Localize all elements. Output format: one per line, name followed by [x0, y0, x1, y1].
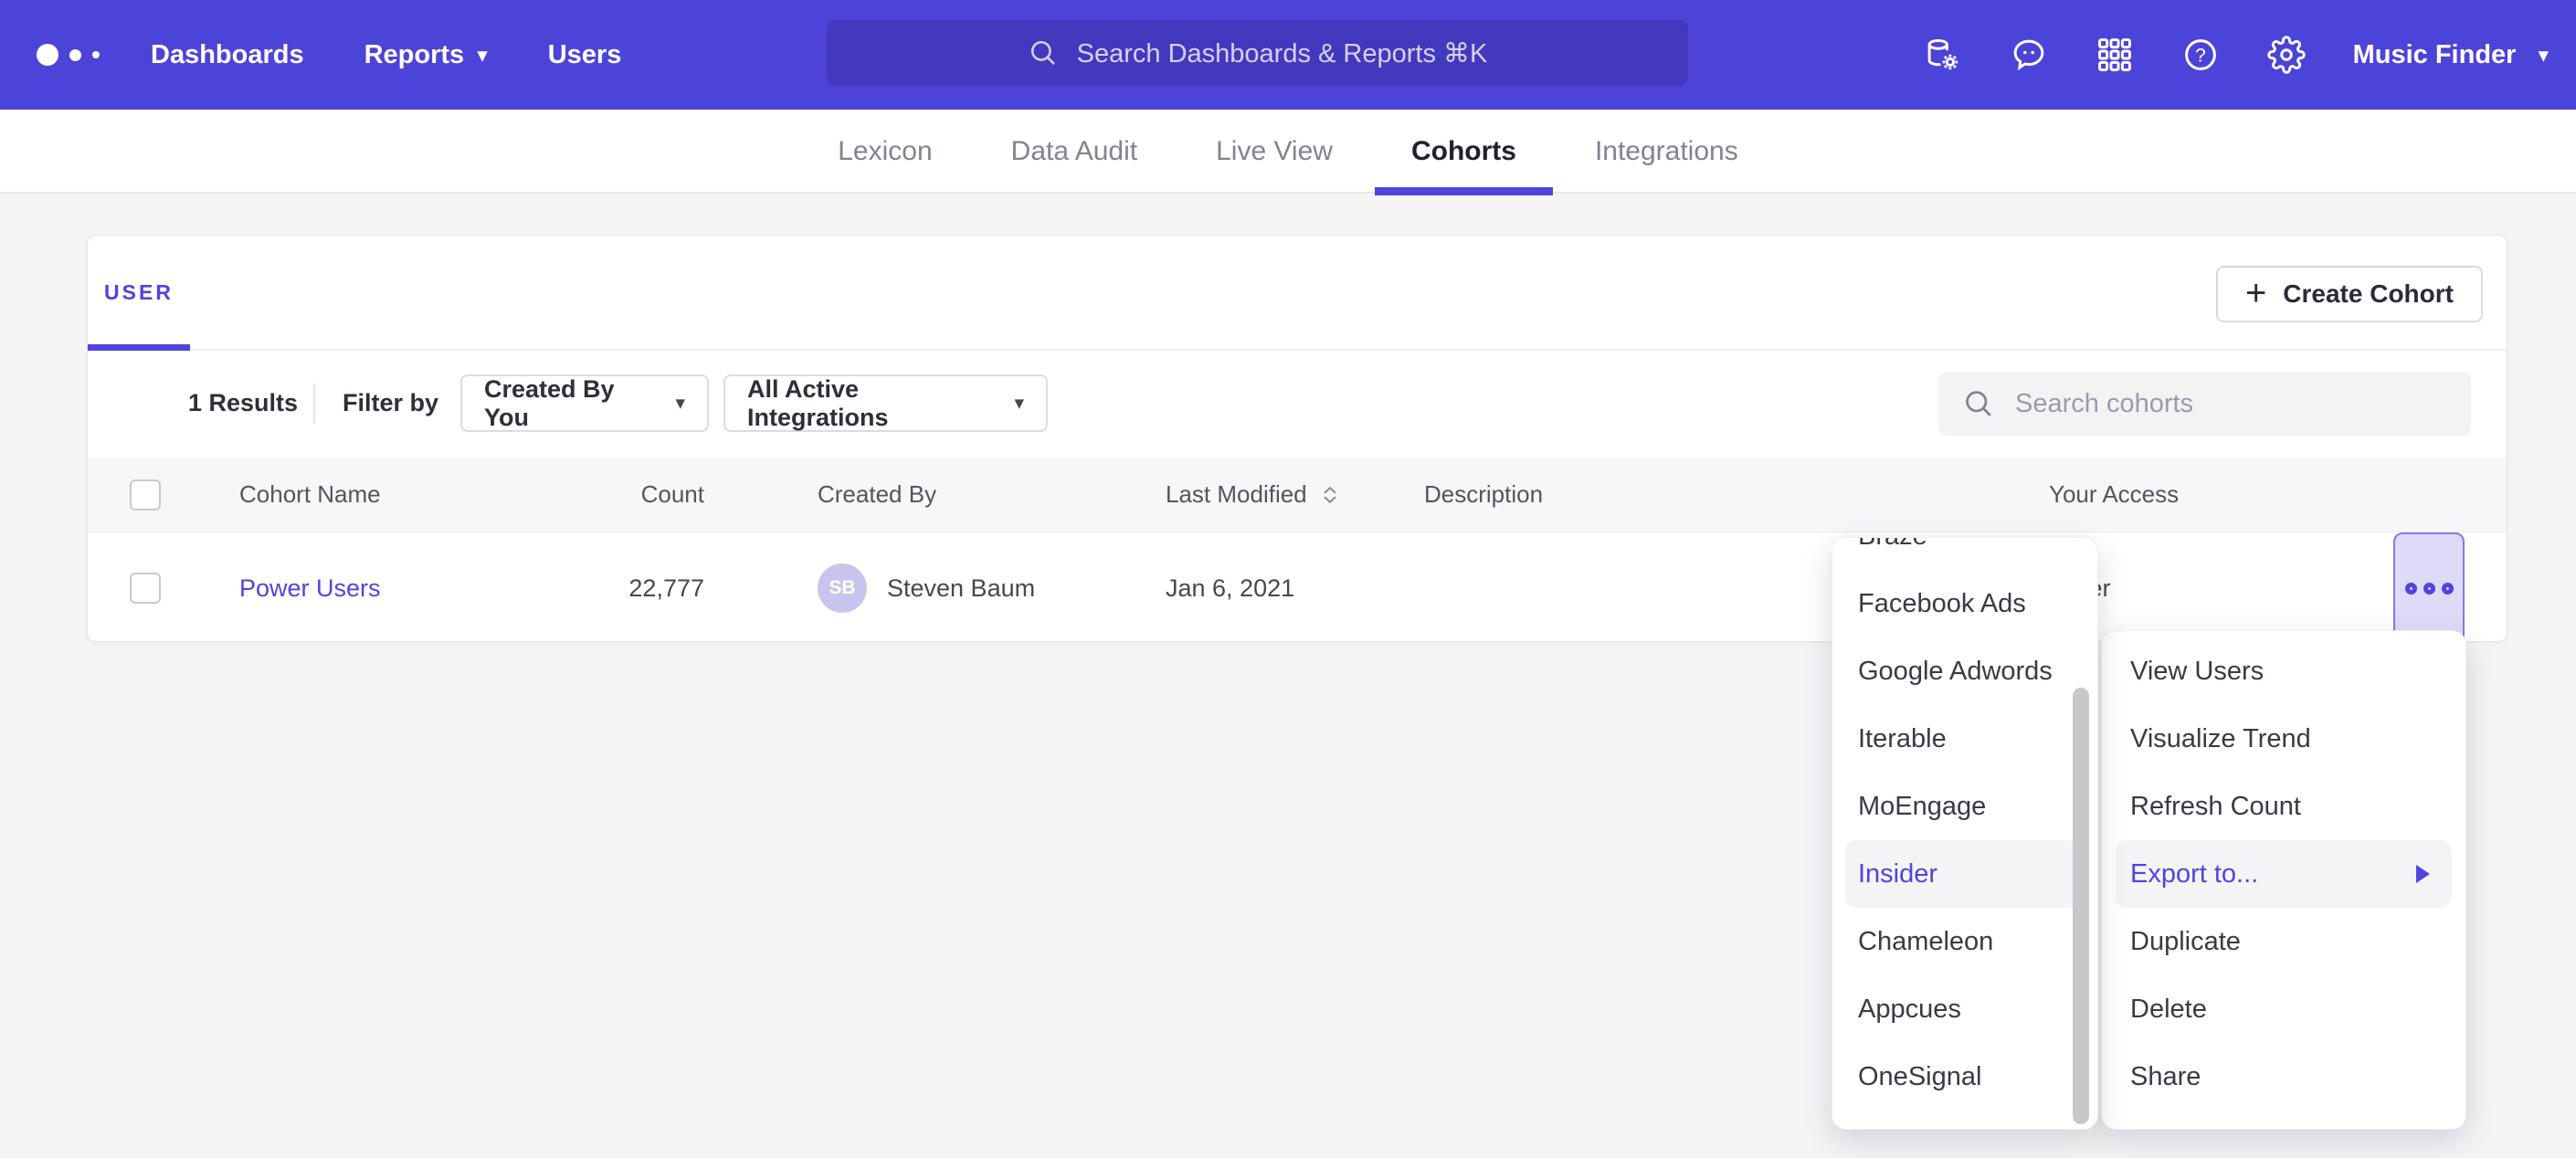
tab-user-cohorts[interactable]: USER — [88, 236, 190, 349]
submenu-item-moengage[interactable]: MoEngage — [1832, 773, 2097, 840]
menu-item-visualize-trend[interactable]: Visualize Trend — [2102, 705, 2465, 773]
chevron-down-icon: ▾ — [675, 394, 685, 413]
cohort-search-input[interactable] — [2013, 388, 2447, 420]
row-checkbox[interactable] — [130, 573, 161, 604]
settings-icon[interactable] — [2267, 36, 2306, 74]
created-by-name: Steven Baum — [887, 574, 1035, 603]
search-icon — [1962, 387, 1995, 420]
submenu-item-onesignal[interactable]: OneSignal — [1832, 1043, 2097, 1111]
top-navigation-bar: Dashboards Reports▾ Users Search Dashboa… — [0, 0, 2576, 110]
column-header-description[interactable]: Description — [1424, 458, 1543, 532]
cohort-search — [1938, 372, 2471, 436]
column-header-your-access[interactable]: Your Access — [2049, 458, 2179, 532]
ellipsis-icon — [2405, 583, 2417, 595]
tab-integrations[interactable]: Integrations — [1558, 110, 1775, 194]
feedback-icon[interactable] — [2010, 36, 2048, 74]
menu-item-duplicate[interactable]: Duplicate — [2102, 908, 2465, 975]
chevron-down-icon: ▾ — [2538, 45, 2549, 66]
filter-bar: 1 Results Filter by Created By You ▾ All… — [88, 349, 2507, 458]
cohort-name-link[interactable]: Power Users — [239, 574, 381, 603]
tab-data-audit[interactable]: Data Audit — [975, 110, 1174, 194]
svg-text:?: ? — [2195, 45, 2206, 66]
cohort-actions-context-menu: View Users Visualize Trend Refresh Count… — [2101, 630, 2466, 1130]
integrations-filter-dropdown[interactable]: All Active Integrations ▾ — [723, 374, 1048, 432]
data-governance-icon[interactable] — [1924, 36, 1962, 74]
table-header-row: Cohort Name Count Created By Last Modifi… — [88, 458, 2507, 532]
submenu-item-appcues[interactable]: Appcues — [1832, 975, 2097, 1043]
tab-lexicon[interactable]: Lexicon — [801, 110, 968, 194]
chevron-down-icon: ▾ — [1014, 394, 1024, 413]
project-switcher[interactable]: Music Finder ▾ — [2353, 40, 2549, 70]
table-row: Power Users 22,777 SB Steven Baum Jan 6,… — [88, 532, 2507, 644]
avatar: SB — [818, 563, 867, 613]
menu-item-view-users[interactable]: View Users — [2102, 637, 2465, 705]
cohort-count: 22,777 — [628, 574, 704, 603]
export-destinations-submenu: Braze Facebook Ads Google Adwords Iterab… — [1832, 537, 2098, 1130]
results-count: 1 Results — [188, 349, 298, 458]
global-search-placeholder: Search Dashboards & Reports ⌘K — [1077, 37, 1488, 69]
global-search-input[interactable]: Search Dashboards & Reports ⌘K — [827, 20, 1688, 86]
select-all-checkbox[interactable] — [130, 479, 161, 511]
cohorts-panel: USER + Create Cohort 1 Results Filter by… — [87, 235, 2507, 642]
sort-icon — [1318, 483, 1342, 507]
nav-item-reports[interactable]: Reports▾ — [364, 40, 488, 70]
menu-item-share[interactable]: Share — [2102, 1043, 2465, 1111]
apps-grid-icon[interactable] — [2096, 36, 2134, 74]
submenu-item-chameleon[interactable]: Chameleon — [1832, 908, 2097, 975]
row-actions-button[interactable] — [2393, 532, 2465, 644]
filter-by-label: Filter by — [343, 349, 438, 458]
column-header-created-by[interactable]: Created By — [818, 458, 936, 532]
data-management-tabs: Lexicon Data Audit Live View Cohorts Int… — [0, 110, 2576, 194]
panel-header: USER + Create Cohort — [88, 236, 2507, 351]
mixpanel-logo-icon[interactable] — [37, 44, 100, 66]
project-name: Music Finder — [2353, 40, 2517, 70]
column-header-cohort-name[interactable]: Cohort Name — [239, 458, 381, 532]
submenu-item-facebook-ads[interactable]: Facebook Ads — [1832, 570, 2097, 637]
tab-cohorts[interactable]: Cohorts — [1375, 110, 1553, 194]
submenu-scrollbar[interactable] — [2073, 688, 2089, 1124]
submenu-item-insider[interactable]: Insider — [1845, 840, 2085, 908]
column-header-count[interactable]: Count — [508, 458, 704, 532]
menu-item-export-to[interactable]: Export to... — [2116, 840, 2452, 908]
menu-item-delete[interactable]: Delete — [2102, 975, 2465, 1043]
nav-item-dashboards[interactable]: Dashboards — [151, 40, 304, 70]
submenu-arrow-icon — [2416, 865, 2430, 883]
submenu-item-braze[interactable]: Braze — [1832, 537, 2097, 570]
tab-live-view[interactable]: Live View — [1179, 110, 1369, 194]
help-icon[interactable]: ? — [2181, 36, 2220, 74]
nav-item-users[interactable]: Users — [548, 40, 622, 70]
chevron-down-icon: ▾ — [477, 45, 488, 66]
menu-item-refresh-count[interactable]: Refresh Count — [2102, 773, 2465, 840]
divider — [313, 384, 315, 424]
search-icon — [1028, 37, 1059, 68]
created-by-filter-dropdown[interactable]: Created By You ▾ — [460, 374, 709, 432]
last-modified-date: Jan 6, 2021 — [1166, 574, 1294, 603]
submenu-item-iterable[interactable]: Iterable — [1832, 705, 2097, 773]
column-header-last-modified[interactable]: Last Modified — [1166, 458, 1342, 532]
create-cohort-button[interactable]: + Create Cohort — [2216, 266, 2483, 322]
submenu-item-google-adwords[interactable]: Google Adwords — [1832, 637, 2097, 705]
export-destinations-list: Braze Facebook Ads Google Adwords Iterab… — [1832, 537, 2097, 1111]
